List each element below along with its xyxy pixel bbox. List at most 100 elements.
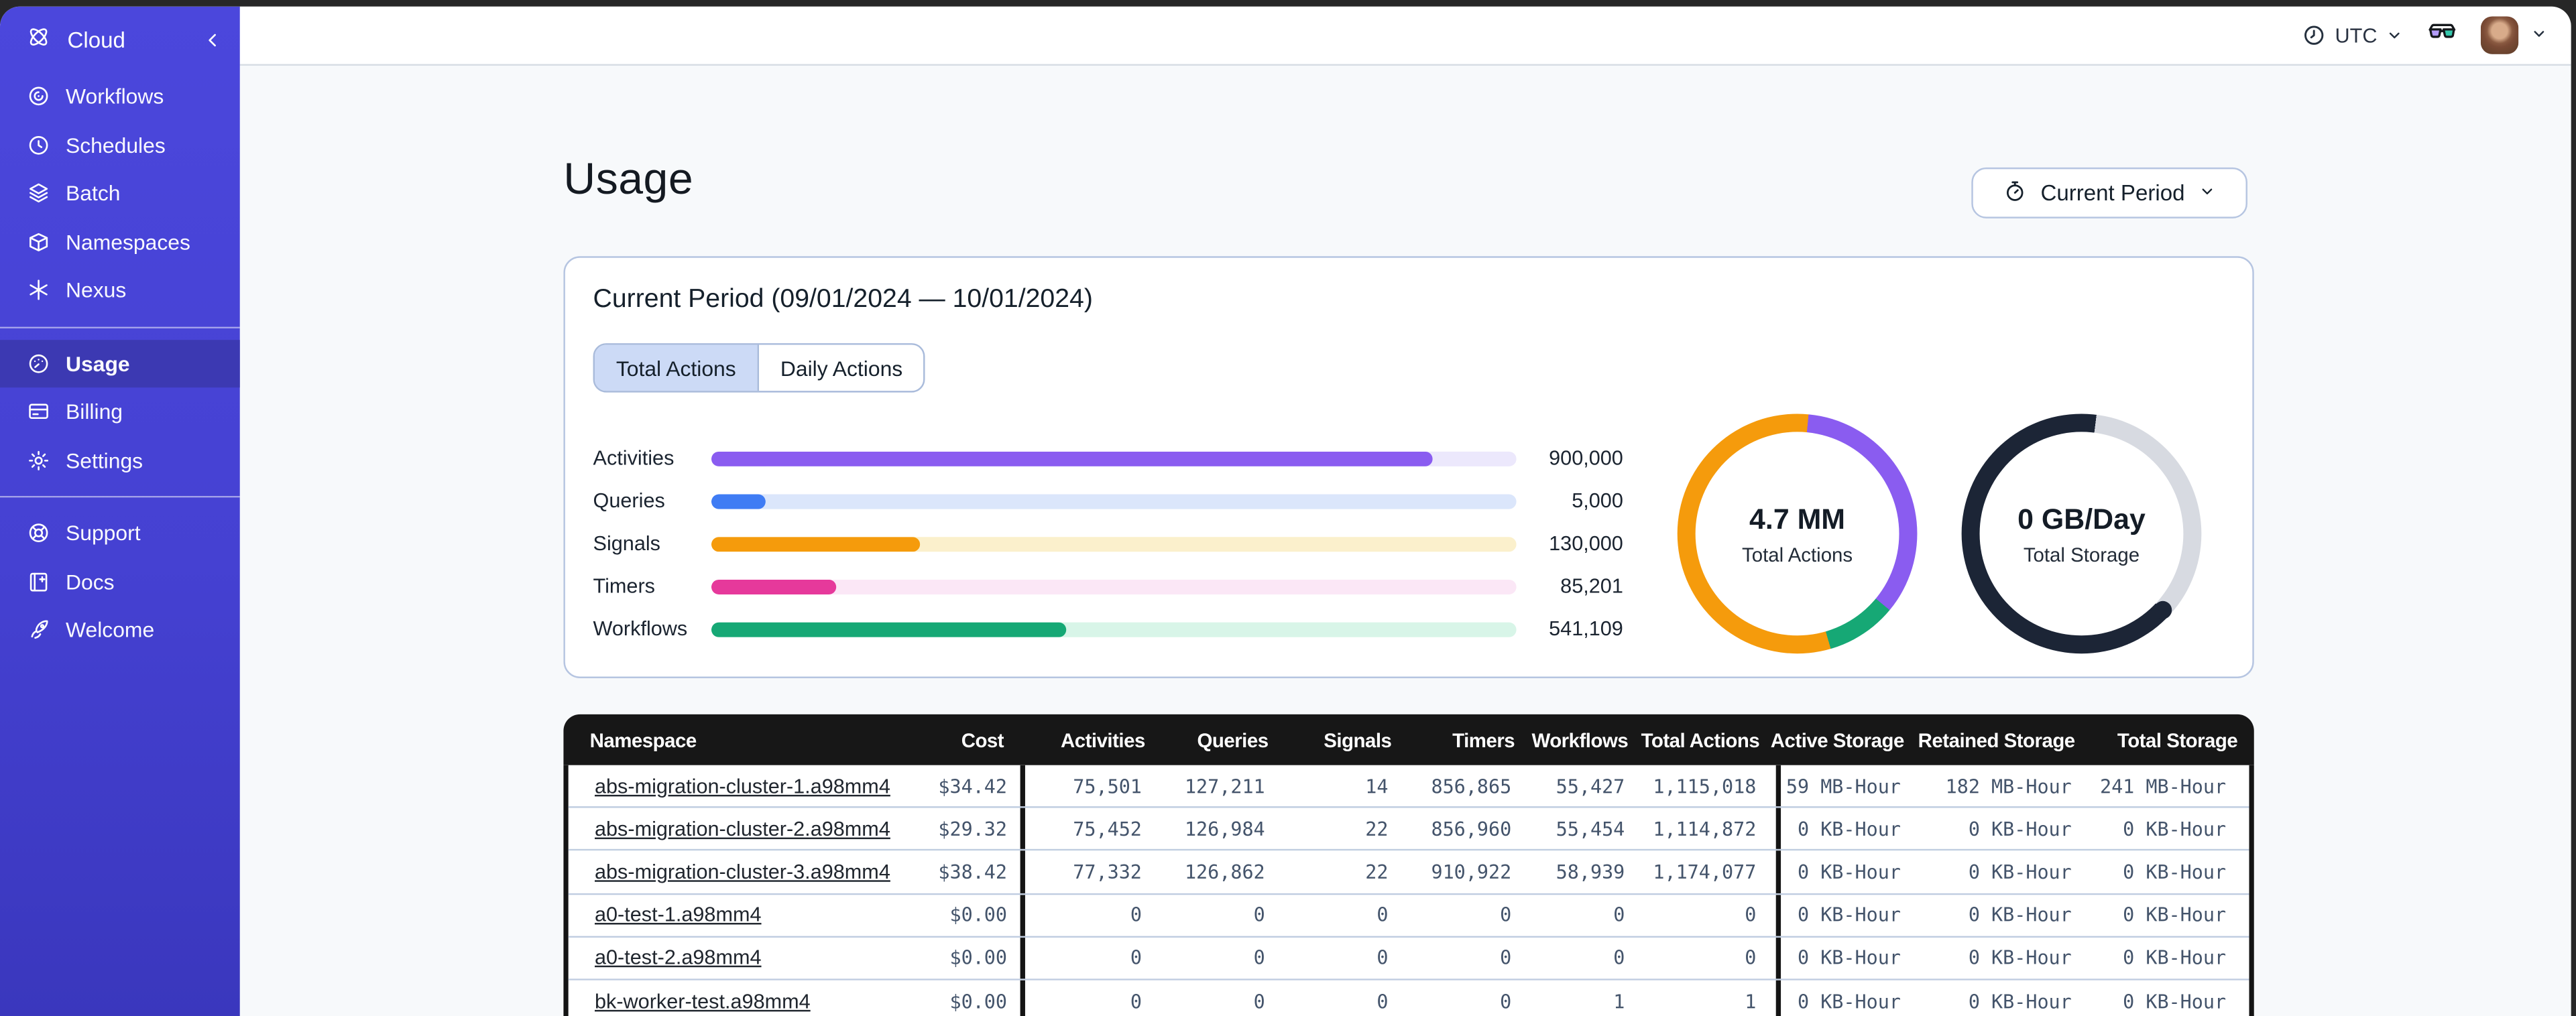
value-cell: 0 [1613, 946, 1625, 970]
total-actions-caption: Total Actions [1742, 542, 1853, 566]
period-dropdown-button[interactable]: Current Period [1971, 167, 2247, 218]
value-cell: 126,862 [1184, 860, 1265, 884]
bar-value: 85,201 [1560, 574, 1623, 598]
column-header-cost: Cost [961, 728, 1004, 751]
value-cell: 0 [1020, 980, 1162, 1016]
value-cell: 0 [1377, 989, 1389, 1013]
namespace-cell: abs-migration-cluster-2.a98mm4 [569, 808, 933, 850]
sidebar-item-schedules[interactable]: Schedules [0, 121, 240, 169]
workflows-icon [26, 84, 51, 109]
namespace-link[interactable]: bk-worker-test.a98mm4 [595, 989, 811, 1012]
chevron-down-icon [2530, 21, 2548, 50]
value-cell: 59 MB-Hour [1775, 765, 1921, 807]
bar-value: 541,109 [1549, 617, 1623, 641]
value-cell: 0 [1500, 903, 1512, 927]
sidebar-item-label: Billing [66, 399, 123, 424]
sidebar-item-label: Support [66, 521, 141, 546]
value-cell: 0 KB-Hour [2123, 817, 2227, 840]
value-cell: 0 [1253, 989, 1265, 1013]
namespace-link[interactable]: a0-test-1.a98mm4 [595, 903, 762, 926]
batch-icon [26, 181, 51, 206]
chevron-down-icon [2198, 181, 2216, 206]
bar-row-activities: Activities 900,000 [593, 437, 1623, 480]
labs-glasses-button[interactable] [2426, 15, 2458, 55]
value-cell: 55,427 [1556, 774, 1625, 798]
timezone-label: UTC [2335, 23, 2378, 47]
tab-daily-actions[interactable]: Daily Actions [757, 344, 925, 391]
value-cell: 1,115,018 [1653, 774, 1757, 798]
usage-bar-chart: Activities 900,000 Queries 5,000 Signals 130,… [593, 437, 1623, 651]
value-cell: 77,332 [1020, 851, 1162, 893]
bar-fill [711, 450, 1432, 466]
app-window: UTC Cloud Workflows Schedules Batch Name… [0, 6, 2571, 1016]
value-cell: 22 [1365, 817, 1389, 840]
sidebar-item-label: Namespaces [66, 229, 190, 255]
column-header-namespace: Namespace [589, 728, 697, 751]
user-menu[interactable] [2480, 16, 2548, 54]
settings-icon [26, 448, 51, 472]
sidebar-item-label: Usage [66, 351, 130, 376]
value-cell: $0.00 [949, 903, 1008, 927]
namespace-link[interactable]: a0-test-2.a98mm4 [595, 946, 762, 969]
bar-value: 130,000 [1549, 531, 1623, 556]
bar-value: 5,000 [1572, 489, 1623, 513]
value-cell: 75,452 [1020, 808, 1162, 850]
table-body: abs-migration-cluster-1.a98mm4 $34.42 75,5… [563, 765, 2254, 1016]
value-cell: 1,174,077 [1653, 860, 1757, 884]
sidebar-item-billing[interactable]: Billing [0, 387, 240, 436]
value-cell: 0 [1020, 937, 1162, 979]
value-cell: 856,865 [1431, 774, 1512, 798]
namespaces-icon [26, 229, 51, 254]
namespace-cell: a0-test-1.a98mm4 [569, 894, 933, 936]
card-title: Current Period (09/01/2024 — 10/01/2024) [593, 285, 1093, 314]
namespace-link[interactable]: abs-migration-cluster-1.a98mm4 [595, 775, 890, 798]
sidebar-divider [0, 326, 240, 328]
namespace-usage-table: Namespace Cost Activities Queries Signals Tim… [563, 714, 2254, 1016]
table-header: Namespace Cost Activities Queries Signals Tim… [563, 714, 2254, 765]
sidebar-item-batch[interactable]: Batch [0, 169, 240, 217]
value-cell: $0.00 [949, 946, 1008, 970]
sidebar-item-welcome[interactable]: Welcome [0, 606, 240, 654]
value-cell: 856,960 [1431, 817, 1512, 840]
namespace-link[interactable]: abs-migration-cluster-2.a98mm4 [595, 818, 890, 840]
total-storage-value: 0 GB/Day [2017, 501, 2146, 535]
bar-track [711, 536, 1517, 552]
page-title: Usage [563, 154, 694, 204]
sidebar-item-usage[interactable]: Usage [0, 338, 240, 388]
value-cell: 0 KB-Hour [2123, 903, 2227, 927]
bar-row-signals: Signals 130,000 [593, 522, 1623, 565]
bar-row-queries: Queries 5,000 [593, 479, 1623, 522]
sidebar-item-docs[interactable]: Docs [0, 558, 240, 606]
sidebar-item-support[interactable]: Support [0, 509, 240, 558]
namespace-cell: abs-migration-cluster-3.a98mm4 [569, 851, 933, 893]
bar-label: Queries [593, 489, 665, 513]
sidebar-divider [0, 495, 240, 498]
value-cell: 0 KB-Hour [1968, 817, 2072, 840]
tab-total-actions[interactable]: Total Actions [594, 344, 758, 391]
value-cell: $34.42 [938, 774, 1008, 798]
brand: Cloud [0, 7, 240, 62]
sidebar-item-workflows[interactable]: Workflows [0, 72, 240, 121]
topbar: UTC [239, 6, 2571, 66]
namespace-cell: a0-test-2.a98mm4 [569, 937, 933, 978]
avatar[interactable] [2480, 16, 2519, 54]
namespace-link[interactable]: abs-migration-cluster-3.a98mm4 [595, 861, 890, 883]
timezone-selector[interactable]: UTC [2302, 23, 2404, 48]
table-row: abs-migration-cluster-1.a98mm4 $34.42 75,5… [568, 765, 2249, 808]
sidebar-item-label: Settings [66, 448, 143, 473]
value-cell: 0 [1613, 903, 1625, 927]
bar-value: 900,000 [1549, 446, 1623, 470]
sidebar-item-nexus[interactable]: Nexus [0, 266, 240, 314]
value-cell: 0 [1253, 903, 1265, 927]
sidebar: Cloud Workflows Schedules Batch Namespaces N… [0, 6, 240, 1016]
sidebar-collapse-button[interactable] [202, 29, 223, 50]
total-storage-donut: 0 GB/Day Total Storage [1961, 414, 2202, 654]
value-cell: 241 MB-Hour [2099, 774, 2227, 798]
sidebar-item-namespaces[interactable]: Namespaces [0, 218, 240, 266]
sidebar-item-label: Nexus [66, 277, 127, 303]
column-header-timers: Timers [1452, 728, 1515, 751]
support-icon [26, 521, 51, 546]
column-header-active-storage: Active Storage [1770, 728, 1905, 751]
sidebar-item-settings[interactable]: Settings [0, 436, 240, 485]
bar-fill [711, 493, 766, 509]
